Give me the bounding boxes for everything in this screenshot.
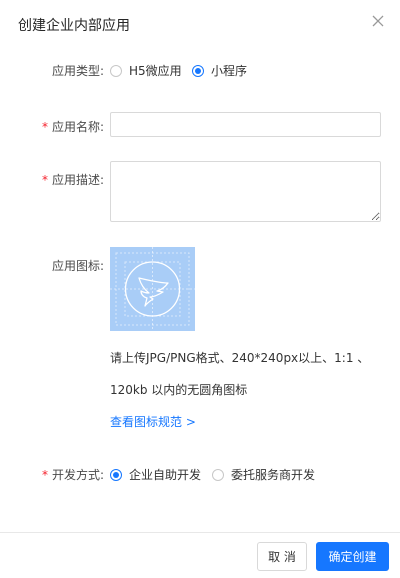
radio-circle-selected[interactable] <box>110 468 122 481</box>
radio-outsourced-dev-label: 委托服务商开发 <box>231 468 316 482</box>
radio-circle-selected[interactable] <box>192 64 204 77</box>
radio-circle[interactable] <box>212 468 224 481</box>
required-mark: * <box>41 468 48 482</box>
radio-outsourced-dev[interactable]: 委托服务商开发 <box>212 466 315 483</box>
app-icon-label: 应用图标: <box>51 259 104 273</box>
dialog-title: 创建企业内部应用 <box>18 18 130 34</box>
app-name-input[interactable] <box>110 112 381 137</box>
radio-circle[interactable] <box>110 64 122 77</box>
chevron-right-icon: > <box>185 415 196 429</box>
icon-spec-link[interactable]: 查看图标规范 > <box>110 413 196 430</box>
confirm-create-button[interactable]: 确定创建 <box>316 542 389 571</box>
icon-uploader[interactable] <box>110 247 195 331</box>
dingtalk-logo-icon <box>110 247 195 331</box>
close-icon[interactable] <box>369 12 387 30</box>
footer-divider <box>0 532 400 533</box>
radio-mini-program[interactable]: 小程序 <box>192 62 247 79</box>
radio-mini-program-label: 小程序 <box>211 64 248 78</box>
icon-hint-line1: 请上传JPG/PNG格式、240*240px以上、1:1 、 <box>110 351 370 365</box>
radio-h5-app-label: H5微应用 <box>129 64 182 78</box>
radio-h5-app[interactable]: H5微应用 <box>110 62 182 79</box>
icon-hint-line2: 120kb 以内的无圆角图标 <box>110 383 248 397</box>
app-name-label: * 应用名称: <box>41 120 104 134</box>
required-mark: * <box>41 120 48 134</box>
create-app-dialog: 创建企业内部应用 应用类型: H5微应用 小程序 * 应用名称: * 应用描述: 应… <box>0 0 400 578</box>
app-desc-textarea[interactable] <box>110 161 381 222</box>
app-desc-label: * 应用描述: <box>41 173 104 187</box>
radio-self-dev[interactable]: 企业自助开发 <box>110 466 201 483</box>
app-type-label: 应用类型: <box>51 64 104 78</box>
cancel-button[interactable]: 取 消 <box>257 542 307 571</box>
radio-self-dev-label: 企业自助开发 <box>129 468 202 482</box>
dev-mode-label: * 开发方式: <box>41 468 104 482</box>
required-mark: * <box>41 173 48 187</box>
